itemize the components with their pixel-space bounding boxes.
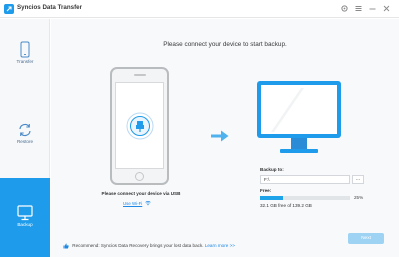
free-space-text: 32.1 GB free of 139.2 GB [260, 203, 312, 208]
sidebar-item-backup[interactable]: Backup [0, 178, 50, 257]
computer-monitor-illustration [257, 81, 341, 153]
phone-speaker [134, 74, 146, 76]
thumbs-up-icon [63, 243, 69, 249]
restore-icon [19, 123, 31, 137]
recommend-text: Recommend: Syncios Data Recovery brings … [72, 243, 204, 249]
next-button[interactable]: Next [348, 233, 384, 244]
arrow-right-icon [211, 130, 229, 142]
sidebar-item-label: Restore [16, 139, 34, 144]
free-space-bar-fill [260, 196, 283, 200]
sidebar-item-label: Transfer [16, 59, 34, 64]
phone-screen [115, 82, 164, 169]
wifi-icon [145, 201, 151, 206]
backup-to-label: Backup to: [260, 167, 284, 172]
minimize-icon[interactable] [368, 4, 377, 13]
menu-icon[interactable] [354, 4, 363, 13]
sidebar: Transfer Restore Backup [0, 19, 50, 257]
learn-more-link[interactable]: Learn more >> [205, 243, 235, 248]
monitor-icon [17, 205, 33, 221]
free-space-bar [260, 196, 350, 200]
browse-button[interactable]: ... [352, 175, 364, 184]
free-percent: 25% [354, 194, 364, 200]
app-title: Syncios Data Transfer [17, 4, 82, 11]
usb-connect-icon [126, 112, 154, 140]
sidebar-item-label: Backup [17, 222, 33, 227]
syncios-logo-icon [4, 4, 14, 14]
phone-home-button [135, 172, 144, 181]
main-panel: Please connect your device to start back… [51, 19, 399, 257]
phone-icon [20, 41, 30, 58]
close-icon[interactable] [382, 4, 391, 13]
connect-instruction: Please connect your device via USB [101, 191, 181, 196]
page-title: Please connect your device to start back… [163, 41, 287, 48]
sidebar-item-transfer[interactable]: Transfer [0, 41, 50, 79]
title-bar: Syncios Data Transfer [0, 0, 399, 18]
recommend-banner: Recommend: Syncios Data Recovery brings … [63, 243, 235, 249]
backup-path-field[interactable]: F:\ [260, 175, 350, 184]
free-label: Free: [260, 188, 272, 193]
sidebar-item-restore[interactable]: Restore [0, 121, 50, 159]
settings-icon[interactable] [340, 4, 349, 13]
phone-illustration [110, 67, 169, 185]
use-wifi-link[interactable]: Use Wi-Fi [123, 201, 142, 206]
